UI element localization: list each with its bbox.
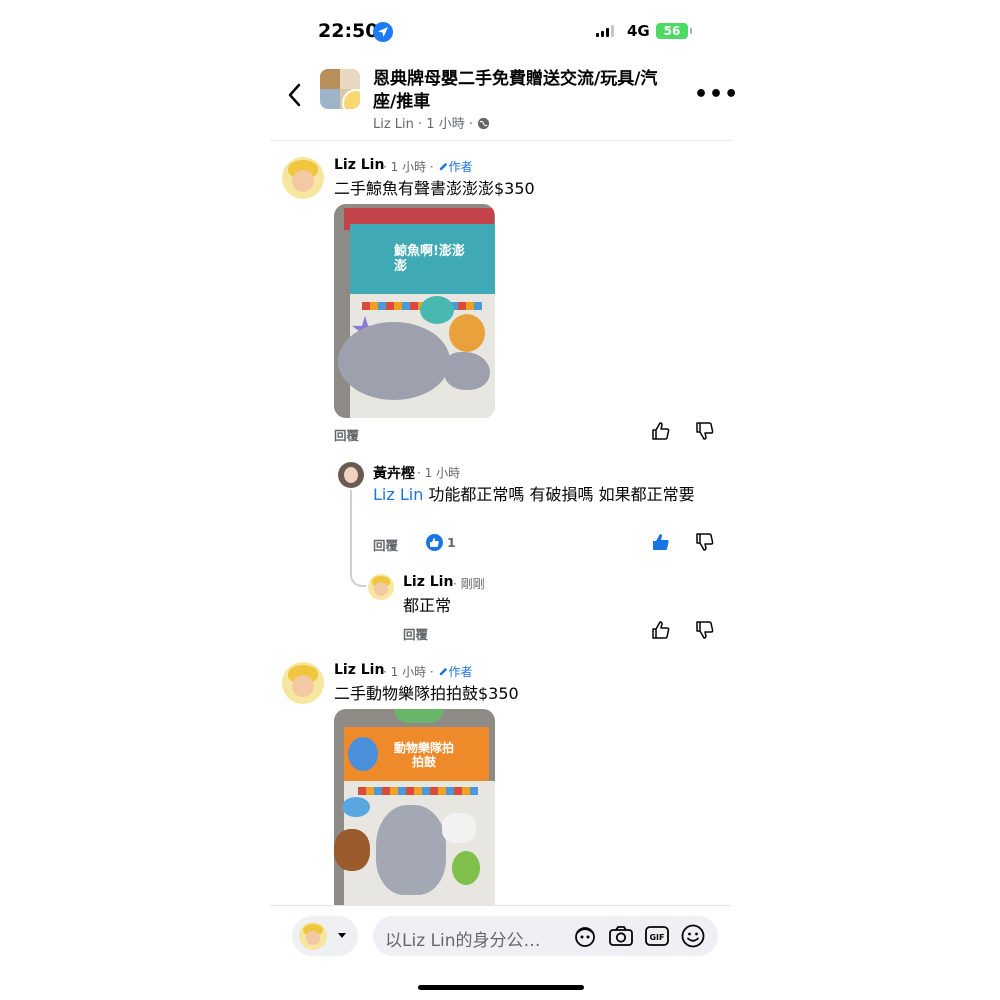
reply-button[interactable]: 回覆	[334, 425, 359, 444]
comment-time: · 1 小時	[417, 466, 461, 480]
comment-text: 二手鯨魚有聲書澎澎澎$350	[334, 179, 535, 198]
avatar[interactable]	[282, 662, 324, 704]
globe-icon	[478, 117, 490, 130]
camera-icon[interactable]	[608, 923, 634, 949]
group-header: 恩典牌母嬰二手免費贈送交流/玩具/汽座/推車 Liz Lin · 1 小時 · …	[270, 62, 738, 141]
back-chevron-icon[interactable]	[284, 80, 306, 110]
comment-text: 都正常	[403, 596, 452, 615]
thumbs-down-icon[interactable]	[695, 532, 717, 554]
commenter-name[interactable]: Liz Lin	[334, 157, 384, 173]
comment-text: Liz Lin 功能都正常嗎 有破損嗎 如果都正常要	[373, 483, 713, 507]
reply-button[interactable]: 回覆	[403, 624, 428, 643]
reply-button[interactable]: 回覆	[373, 535, 398, 554]
status-time: 22:50	[318, 20, 379, 42]
comment-text: 二手動物樂隊拍拍鼓$350	[334, 684, 519, 703]
mention-link[interactable]: Liz Lin	[373, 485, 423, 504]
avatar[interactable]	[338, 462, 364, 488]
thumbs-down-icon[interactable]	[695, 421, 717, 443]
photo-book-title: 動物樂隊拍拍鼓	[393, 741, 454, 769]
group-title[interactable]: 恩典牌母嬰二手免費贈送交流/玩具/汽座/推車	[373, 68, 673, 114]
avatar[interactable]	[368, 574, 394, 600]
phone-screen: 22:50 4G 56 恩典牌母嬰二手免費贈送交流/玩具/汽座/推車 Liz L…	[270, 0, 738, 1000]
battery-icon: 56	[656, 23, 692, 39]
thumbs-up-icon[interactable]	[651, 532, 673, 554]
thumbs-down-icon[interactable]	[695, 620, 717, 642]
identity-switcher[interactable]	[292, 916, 358, 956]
commenter-name[interactable]: Liz Lin	[334, 662, 384, 678]
comment-photo[interactable]: 動物樂隊拍拍鼓	[334, 709, 495, 909]
svg-text:GIF: GIF	[649, 933, 664, 942]
comment-input[interactable]: 以Liz Lin的身分公… GIF	[373, 916, 718, 956]
group-avatar[interactable]	[320, 69, 360, 109]
network-type: 4G	[627, 22, 650, 40]
commenter-name[interactable]: Liz Lin	[403, 574, 453, 590]
comment-time: · 剛剛	[453, 577, 485, 591]
commenter-name[interactable]: 黃卉樫	[373, 463, 415, 483]
thread-connector	[350, 490, 366, 587]
home-indicator[interactable]	[418, 985, 584, 990]
more-icon[interactable]: •••	[694, 82, 739, 107]
author-badge: 作者	[448, 665, 473, 679]
comment-time: · 1 小時 ·	[383, 665, 438, 679]
signal-icon	[596, 25, 616, 37]
pencil-icon	[439, 667, 447, 676]
comment-meta: · 1 小時 · 作者	[383, 663, 473, 680]
thumbs-up-icon[interactable]	[651, 421, 673, 443]
post-meta-text: Liz Lin · 1 小時 ·	[373, 117, 478, 132]
author-badge: 作者	[448, 160, 473, 174]
avatar-sticker-icon[interactable]	[572, 923, 598, 949]
location-arrow-icon	[373, 22, 393, 42]
comment-photo[interactable]: 鯨魚啊!澎澎澎	[334, 204, 495, 418]
pencil-icon	[439, 162, 447, 171]
like-count: 1	[447, 535, 456, 550]
gif-icon[interactable]: GIF	[644, 923, 670, 949]
emoji-icon[interactable]	[680, 923, 706, 949]
comment-meta: · 1 小時 · 作者	[383, 158, 473, 175]
avatar	[299, 922, 327, 950]
photo-book-title: 鯨魚啊!澎澎澎	[394, 244, 465, 274]
comment-time: · 1 小時 ·	[383, 160, 438, 174]
status-bar: 22:50 4G 56	[270, 0, 731, 62]
thumbs-up-icon[interactable]	[651, 620, 673, 642]
avatar[interactable]	[282, 157, 324, 199]
comment-composer: 以Liz Lin的身分公… GIF	[270, 905, 731, 968]
comment-body: 功能都正常嗎 有破損嗎 如果都正常要	[423, 485, 695, 504]
post-meta: Liz Lin · 1 小時 ·	[373, 113, 490, 132]
like-reaction-icon[interactable]	[426, 534, 443, 551]
caret-down-icon	[338, 933, 346, 938]
comment-input-placeholder: 以Liz Lin的身分公…	[385, 931, 541, 951]
